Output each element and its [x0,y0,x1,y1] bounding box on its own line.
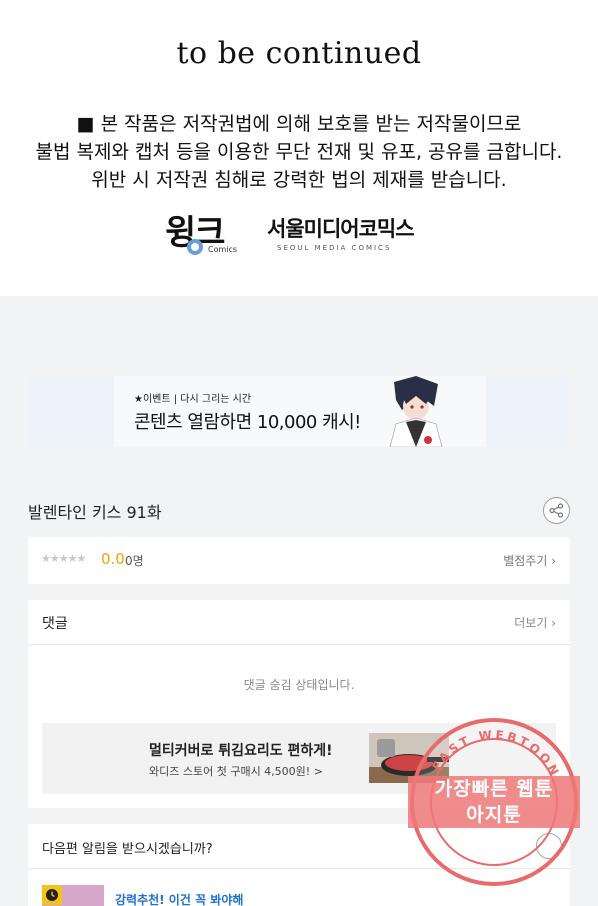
copyright-line: 불법 복제와 캡처 등을 이용한 무단 전재 및 유포, 공유를 금합니다. [35,141,563,163]
character-illustration [389,376,443,447]
recommend-link[interactable]: 강력추천! 이건 꼭 봐야해 [115,891,243,906]
copyright-line: 위반 시 저작권 침해로 강력한 법의 제재를 받습니다. [91,169,507,191]
episode-title: 발렌타인 키스 91화 [28,503,162,522]
event-banner[interactable]: ★이벤트 | 다시 그리는 시간 콘텐츠 열람하면 10,000 캐시! [28,376,570,447]
more-comments-link[interactable]: 더보기 › [514,614,556,631]
comments-title: 댓글 [42,616,68,632]
rate-button[interactable]: 별점주기 › [503,552,556,569]
rating-score: 0.0 [101,550,125,568]
clock-icon [42,885,62,905]
rating-count: 0명 [125,554,144,568]
comments-hidden-message: 댓글 숨김 상태입니다. [243,678,355,692]
to-be-continued-text: to be continued [176,36,422,71]
logo-circle-icon [187,239,203,255]
ad-subtitle: 와디즈 스토어 첫 구매시 4,500원! > [149,765,323,778]
watermark-line2: 아지툰 [466,804,522,826]
seoul-media-comics-logo: 서울미디어코믹스 SEOUL MEDIA COMICS [267,217,415,252]
banner-title: 콘텐츠 열람하면 10,000 캐시! [134,412,361,433]
star-rating-icon: ★★★★★ [41,552,86,565]
banner-tag: ★이벤트 | 다시 그리는 시간 [134,394,252,405]
share-button[interactable] [543,497,570,524]
alarm-question: 다음편 알림을 받으시겠습니까? [42,842,213,857]
watermark-line1: 가장빠른 웹툰 [434,778,554,800]
banner-content: ★이벤트 | 다시 그리는 시간 콘텐츠 열람하면 10,000 캐시! [114,376,486,447]
publisher-logos: 윙크 Comics 서울미디어코믹스 SEOUL MEDIA COMICS [0,205,598,265]
copyright-notice: ■ 본 작품은 저작권법에 의해 보호를 받는 저작물이므로 불법 복제와 캡처… [0,110,598,194]
ad-title: 멀티커버로 튀김요리도 편하게! [149,743,333,759]
rating-box: ★★★★★ 0.0 0명 별점주기 › [28,537,570,584]
recommend-thumbnail[interactable] [42,885,104,906]
comments-header: 댓글 더보기 › [28,600,570,645]
share-icon [549,503,564,518]
watermark-stamp: FAST WEBTOON 가장빠른 웹툰 아지툰 [408,716,580,888]
wink-comics-logo: 윙크 Comics [165,213,238,255]
chapter-end-notice: to be continued ■ 본 작품은 저작권법에 의해 보호를 받는 … [0,0,598,296]
copyright-line: ■ 본 작품은 저작권법에 의해 보호를 받는 저작물이므로 [76,113,522,135]
